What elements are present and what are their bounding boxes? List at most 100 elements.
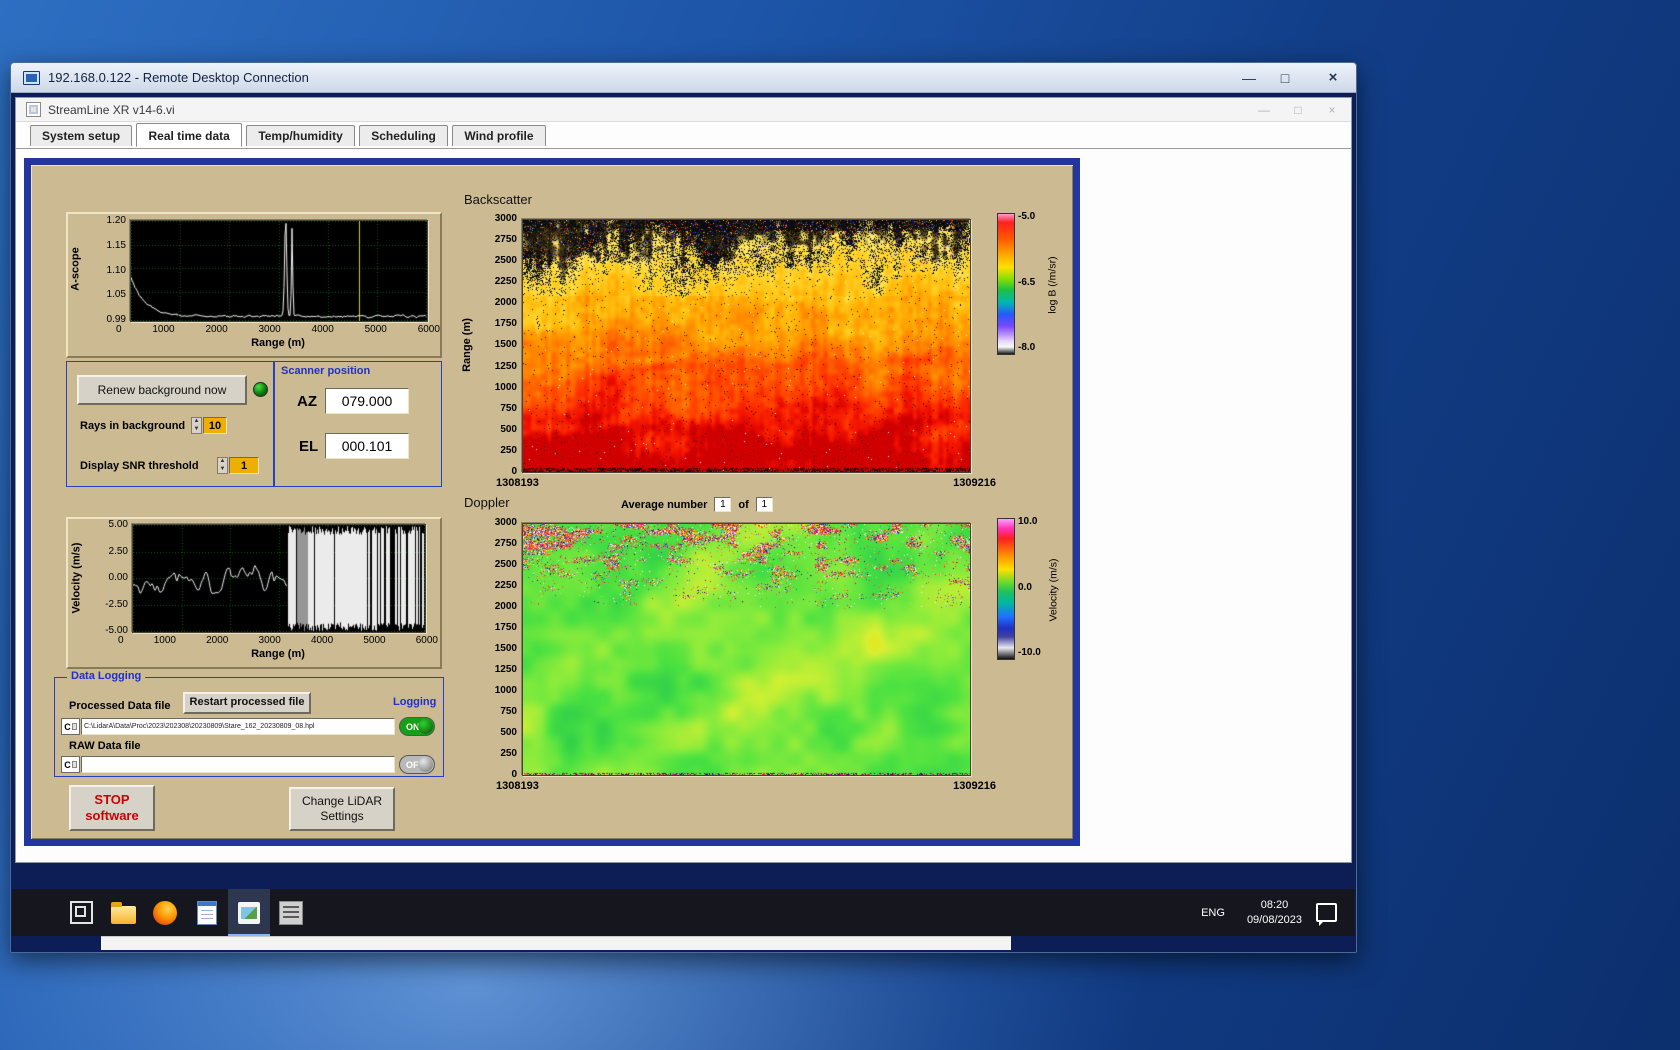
tray-time: 08:20 <box>1260 898 1289 911</box>
firefox-button[interactable] <box>144 889 186 936</box>
velocity-x-axis-label: Range (m) <box>251 648 305 660</box>
tab-wind-profile[interactable]: Wind profile <box>452 125 546 146</box>
backscatter-y-tick: 0 <box>511 465 517 477</box>
doppler-x-start-label: 1308193 <box>496 780 539 792</box>
backscatter-y-tick: 500 <box>500 423 517 435</box>
raw-data-file-label: RAW Data file <box>69 740 141 752</box>
snr-value-field[interactable]: 1 <box>229 457 259 474</box>
app-close-button[interactable]: × <box>1323 103 1341 117</box>
rdp-window: 192.168.0.122 - Remote Desktop Connectio… <box>10 62 1357 953</box>
doppler-y-tick: 1000 <box>494 685 517 696</box>
toggle-knob <box>418 719 433 734</box>
backscatter-heatmap-canvas <box>522 219 971 473</box>
backscatter-y-tick: 1500 <box>494 339 517 351</box>
velocity-y-tick: 0.00 <box>108 572 128 583</box>
stop-software-button[interactable]: STOP software <box>69 785 155 831</box>
ascope-plot-canvas <box>130 220 428 322</box>
data-logging-box: Data Logging Processed Data file Restart… <box>54 670 444 777</box>
file-explorer-button[interactable] <box>102 889 144 936</box>
backscatter-x-end-label: 1309216 <box>953 477 996 489</box>
main-panel: A-scope 1.20 1.15 1.10 1.05 0.99 0 1000 2000 30… <box>24 158 1080 846</box>
processed-path-field[interactable]: C:\LidarA\Data\Proc\2023\202308\20230809… <box>81 718 395 735</box>
rays-value-field[interactable]: 10 <box>203 417 227 434</box>
raw-path-field[interactable] <box>81 756 395 773</box>
ascope-x-tick: 5000 <box>364 324 387 335</box>
doppler-x-labels: 1308193 1309216 <box>496 780 996 792</box>
processed-logging-toggle[interactable]: ON <box>399 717 435 736</box>
velocity-y-ticks: 5.00 2.50 0.00 -2.50 -5.00 <box>84 519 128 636</box>
backscatter-y-tick: 3000 <box>494 213 517 224</box>
ascope-x-tick: 4000 <box>311 324 334 335</box>
app-maximize-button[interactable]: □ <box>1289 103 1307 117</box>
taskbar: ENG 08:20 09/08/2023 <box>12 889 1355 936</box>
raw-drive-box[interactable]: C <box>61 756 80 773</box>
average-number-field[interactable]: 1 <box>714 497 732 512</box>
document-app-button[interactable] <box>186 889 228 936</box>
backscatter-colorbar-tick: -8.0 <box>1018 342 1036 353</box>
tab-real-time-data[interactable]: Real time data <box>136 123 242 147</box>
app-icon <box>26 102 41 117</box>
scanner-position-box: Scanner position AZ 079.000 EL 000.101 <box>274 361 442 487</box>
ascope-x-tick: 0 <box>116 324 122 335</box>
el-value-field[interactable]: 000.101 <box>325 433 409 459</box>
az-value-field[interactable]: 079.000 <box>325 388 409 414</box>
background-led-indicator <box>253 382 268 397</box>
backscatter-y-tick: 1000 <box>494 381 517 393</box>
remote-desktop: StreamLine XR v14-6.vi — □ × System setu… <box>12 93 1355 951</box>
app-minimize-button[interactable]: — <box>1255 103 1273 117</box>
scan-scheduler-button[interactable] <box>270 889 312 936</box>
scan-scheduler-icon <box>279 900 303 925</box>
renew-background-button[interactable]: Renew background now <box>77 375 247 405</box>
velocity-x-tick: 3000 <box>258 635 281 646</box>
processed-drive-box[interactable]: C <box>61 718 80 735</box>
language-indicator[interactable]: ENG <box>1193 901 1233 925</box>
backscatter-colorbar-label: log B (/m/sr) <box>1047 256 1060 314</box>
backscatter-y-ticks: 3000 2750 2500 2250 2000 1750 1500 1250 1000 750 5… <box>477 213 517 477</box>
velocity-plot-canvas <box>132 524 426 633</box>
backscatter-y-tick: 2250 <box>494 276 517 288</box>
backscatter-y-tick: 2000 <box>494 297 517 309</box>
velocity-y-tick: -2.50 <box>105 598 128 610</box>
ascope-group: A-scope 1.20 1.15 1.10 1.05 0.99 0 1000 2000 30… <box>66 212 442 358</box>
doppler-y-tick: 1750 <box>494 622 517 633</box>
ascope-x-tick: 3000 <box>258 324 281 335</box>
ascope-x-tick: 2000 <box>205 324 228 335</box>
raw-logging-toggle[interactable]: OFF <box>399 755 435 774</box>
tab-strip: System setup Real time data Temp/humidit… <box>16 122 1351 149</box>
image-viewer-button[interactable] <box>228 889 270 936</box>
change-lidar-settings-button[interactable]: Change LiDAR Settings <box>289 787 395 831</box>
doppler-colorbar-label: Velocity (m/s) <box>1047 558 1060 622</box>
ascope-y-tick: 1.15 <box>106 239 126 251</box>
rays-spinner[interactable]: ▲ ▼ <box>191 417 202 434</box>
velocity-x-tick: 6000 <box>415 635 438 646</box>
ascope-x-tick: 1000 <box>152 324 175 335</box>
restart-processed-file-button[interactable]: Restart processed file <box>183 692 311 714</box>
backscatter-colorbar <box>997 213 1015 355</box>
rdp-close-button[interactable]: × <box>1322 70 1344 85</box>
app-titlebar[interactable]: StreamLine XR v14-6.vi — □ × <box>16 98 1351 122</box>
rdp-minimize-button[interactable]: — <box>1238 71 1260 85</box>
backscatter-y-tick: 1750 <box>494 318 517 330</box>
tray-date: 09/08/2023 <box>1246 913 1302 926</box>
ascope-x-tick: 6000 <box>417 324 440 335</box>
doppler-y-tick: 1250 <box>494 664 517 675</box>
notification-center-icon[interactable] <box>1316 903 1337 926</box>
backscatter-colorbar-tick: -6.5 <box>1018 276 1036 288</box>
tab-scheduling[interactable]: Scheduling <box>359 125 448 146</box>
backscatter-y-tick: 2500 <box>494 255 517 267</box>
task-view-button[interactable] <box>60 889 102 936</box>
task-view-icon <box>69 901 93 924</box>
rdp-maximize-button[interactable]: □ <box>1274 71 1296 85</box>
velocity-y-tick: 5.00 <box>108 519 128 530</box>
doppler-y-axis-label <box>459 523 475 774</box>
velocity-y-axis-label: Velocity (m/s) <box>70 542 83 613</box>
folder-icon <box>110 901 136 924</box>
snr-spinner[interactable]: ▲ ▼ <box>217 457 228 474</box>
tab-temp-humidity[interactable]: Temp/humidity <box>246 125 355 146</box>
tab-system-setup[interactable]: System setup <box>30 125 133 146</box>
average-total-field[interactable]: 1 <box>755 497 773 512</box>
taskbar-clock[interactable]: 08:20 09/08/2023 <box>1247 898 1302 928</box>
rdp-titlebar[interactable]: 192.168.0.122 - Remote Desktop Connectio… <box>11 63 1356 93</box>
doppler-y-tick: 500 <box>500 727 517 738</box>
velocity-x-tick: 1000 <box>153 635 176 646</box>
